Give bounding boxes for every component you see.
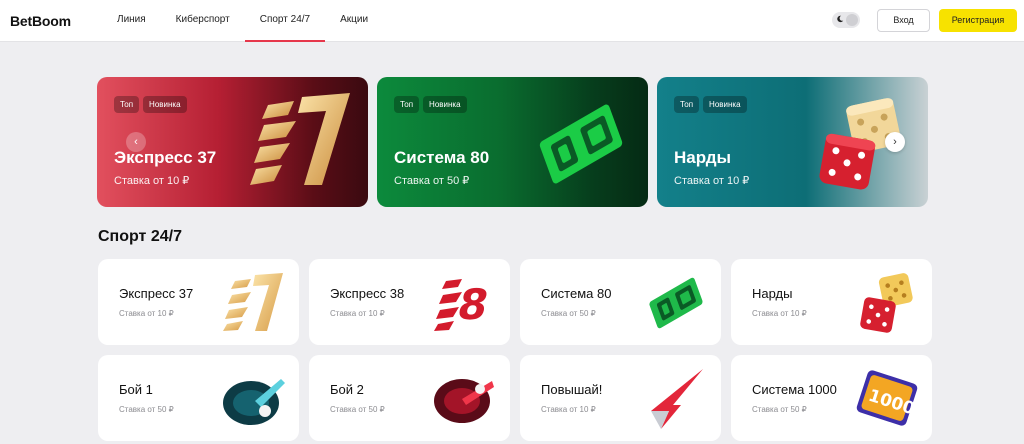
banner-subtitle: Ставка от 10 ₽ (114, 175, 190, 187)
banner-subtitle: Ставка от 10 ₽ (674, 175, 750, 187)
card-subtitle: Ставка от 10 ₽ (119, 309, 174, 318)
nav-item-aktsii[interactable]: Акции (325, 0, 383, 42)
banner-subtitle: Ставка от 50 ₽ (394, 175, 470, 187)
card-subtitle: Ставка от 10 ₽ (330, 309, 385, 318)
login-button[interactable]: Вход (877, 9, 930, 32)
card-subtitle: Ставка от 50 ₽ (541, 309, 596, 318)
tag-top: Топ (394, 96, 420, 113)
game-card-sistema-80[interactable]: Система 80 Ставка от 50 ₽ (520, 259, 721, 345)
game-card-boi-2[interactable]: Бой 2 Ставка от 50 ₽ (309, 355, 510, 441)
tag-new: Новинка (703, 96, 747, 113)
boi-1-arena-icon (223, 379, 285, 425)
card-title: Бой 2 (330, 382, 364, 397)
express-37-logo-icon (223, 273, 283, 331)
boi-2-arena-icon (434, 379, 494, 423)
carousel-prev-button[interactable]: ‹ (126, 132, 146, 152)
express-38-logo-icon: 8 (434, 279, 493, 331)
game-card-express-38[interactable]: Экспресс 38 Ставка от 10 ₽ 8 (309, 259, 510, 345)
top-header: BetBoom Линия Киберспорт Спорт 24/7 Акци… (0, 0, 1024, 42)
carousel-next-button[interactable]: › (885, 132, 905, 152)
sistema-1000-logo-icon: 1000 (856, 370, 918, 426)
arrow-up-icon (651, 369, 703, 429)
tag-top: Топ (114, 96, 140, 113)
card-subtitle: Ставка от 10 ₽ (541, 405, 596, 414)
game-card-nardy[interactable]: Нарды Ставка от 10 ₽ (731, 259, 932, 345)
tag-top: Топ (674, 96, 700, 113)
banner-title: Экспресс 37 (114, 148, 217, 167)
sistema-80-logo-icon (649, 277, 703, 329)
card-subtitle: Ставка от 10 ₽ (752, 309, 807, 318)
banner-title: Система 80 (394, 148, 490, 167)
game-card-express-37[interactable]: Экспресс 37 Ставка от 10 ₽ (98, 259, 299, 345)
banner-title: Нарды (674, 148, 732, 167)
card-subtitle: Ставка от 50 ₽ (752, 405, 807, 414)
tag-new: Новинка (143, 96, 187, 113)
register-button[interactable]: Регистрация (939, 9, 1017, 32)
card-subtitle: Ставка от 50 ₽ (119, 405, 174, 414)
svg-text:8: 8 (453, 281, 493, 329)
chevron-right-icon: › (893, 136, 897, 148)
nav-item-liniya[interactable]: Линия (102, 0, 161, 42)
banner-tags: Топ Новинка (394, 96, 467, 113)
dice-icon (860, 273, 913, 333)
tag-new: Новинка (423, 96, 467, 113)
section-title: Спорт 24/7 (98, 228, 182, 245)
nav-item-sport-24-7[interactable]: Спорт 24/7 (244, 0, 326, 42)
theme-toggle[interactable] (832, 12, 860, 28)
card-title: Экспресс 38 (330, 286, 405, 301)
card-title: Система 1000 (752, 382, 837, 397)
main-nav: Линия Киберспорт Спорт 24/7 Акции (102, 0, 383, 42)
game-card-povyshai[interactable]: Повышай! Ставка от 10 ₽ (520, 355, 721, 441)
card-title: Повышай! (541, 382, 603, 397)
betboom-logo[interactable]: BetBoom (10, 13, 71, 29)
card-subtitle: Ставка от 50 ₽ (330, 405, 385, 414)
sistema-80-logo-icon (539, 104, 623, 184)
nav-item-kibersport[interactable]: Киберспорт (161, 0, 245, 42)
banner-tags: Топ Новинка (674, 96, 747, 113)
express-37-logo-icon (250, 93, 350, 185)
banner-tags: Топ Новинка (114, 96, 187, 113)
moon-icon (837, 15, 844, 23)
game-card-sistema-1000[interactable]: Система 1000 Ставка от 50 ₽ 1000 (731, 355, 932, 441)
card-title: Экспресс 37 (119, 286, 194, 301)
card-title: Система 80 (541, 286, 612, 301)
card-title: Бой 1 (119, 382, 153, 397)
card-title: Нарды (752, 286, 793, 301)
chevron-left-icon: ‹ (134, 136, 138, 148)
banner-sistema-80[interactable]: Топ Новинка Система 80 Ставка от 50 ₽ (377, 77, 648, 207)
toggle-knob (846, 14, 858, 26)
game-card-boi-1[interactable]: Бой 1 Ставка от 50 ₽ (98, 355, 299, 441)
